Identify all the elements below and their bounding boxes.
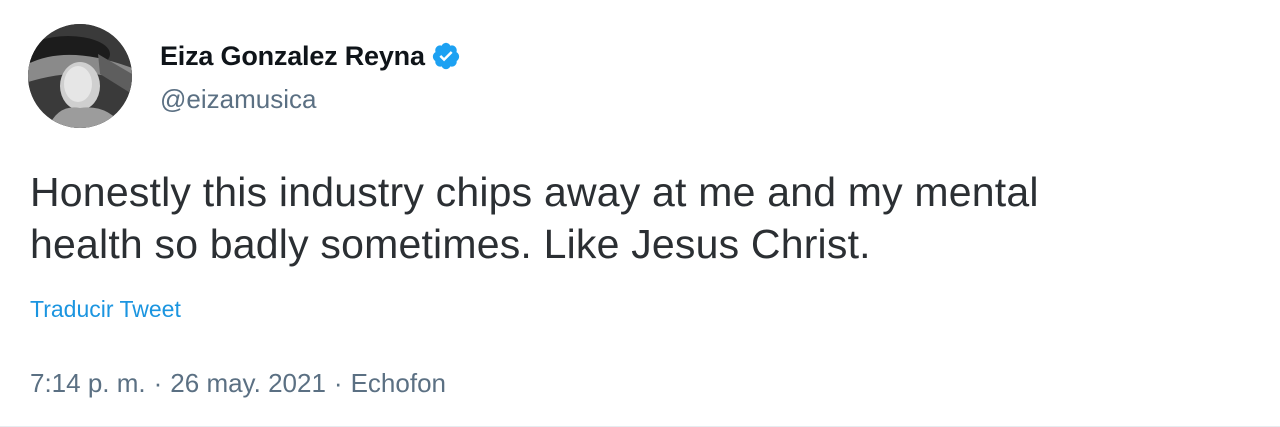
author-avatar[interactable] xyxy=(28,24,132,128)
separator: · xyxy=(153,368,163,398)
author-display-name[interactable]: Eiza Gonzalez Reyna xyxy=(160,41,425,72)
tweet-text-line-2: health so badly sometimes. Like Jesus Ch… xyxy=(30,221,871,267)
tweet-date-link[interactable]: 26 may. 2021 xyxy=(170,368,326,399)
separator: · xyxy=(333,368,343,398)
author-name-row: Eiza Gonzalez Reyna xyxy=(160,36,461,76)
translate-tweet-link[interactable]: Traducir Tweet xyxy=(30,296,181,323)
tweet-metadata: 7:14 p. m. · 26 may. 2021 · Echofon xyxy=(30,368,446,399)
tweet-text-line-1: Honestly this industry chips away at me … xyxy=(30,169,1039,215)
tweet-source-link[interactable]: Echofon xyxy=(351,368,446,399)
tweet-card: Eiza Gonzalez Reyna @eizamusica Honestly… xyxy=(0,0,1280,427)
avatar-photo xyxy=(28,24,132,128)
author-handle[interactable]: @eizamusica xyxy=(160,84,316,115)
tweet-text: Honestly this industry chips away at me … xyxy=(30,166,1250,270)
more-options-icon[interactable] xyxy=(1218,40,1250,64)
verified-badge-icon xyxy=(431,41,461,71)
tweet-time-link[interactable]: 7:14 p. m. xyxy=(30,368,146,399)
